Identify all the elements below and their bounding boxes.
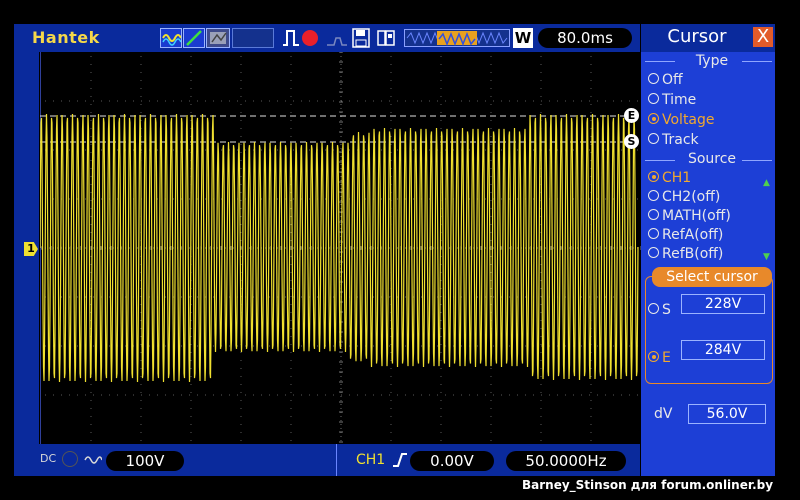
radio-icon <box>648 209 659 220</box>
coupling-label: DC <box>40 452 57 465</box>
status-blank <box>232 28 274 48</box>
scroll-down-icon[interactable]: ▼ <box>763 252 770 262</box>
record-icon[interactable] <box>302 30 318 46</box>
radio-icon <box>648 93 659 104</box>
select-cursor-frame <box>645 276 773 384</box>
source-option-refa[interactable]: RefA(off) <box>648 227 723 243</box>
bandwidth-icon <box>62 451 78 467</box>
slope-icon[interactable] <box>183 28 205 48</box>
radio-icon <box>648 351 659 362</box>
invert-icon <box>84 452 103 471</box>
cursor-e-option[interactable]: E <box>648 350 671 366</box>
source-option-refb[interactable]: RefB(off) <box>648 246 723 262</box>
radio-icon <box>648 73 659 84</box>
grey-icon[interactable] <box>206 28 230 48</box>
ch1-trace <box>40 113 639 383</box>
radio-icon <box>648 171 659 182</box>
cursor-e-value[interactable]: 284V <box>681 340 765 360</box>
ch1-waveform <box>40 113 639 383</box>
source-section-title: Source <box>687 151 737 167</box>
radio-icon <box>648 133 659 144</box>
select-cursor-button[interactable]: Select cursor <box>652 267 772 287</box>
run-icon <box>326 32 348 46</box>
type-section-title: Type <box>695 53 729 69</box>
volts-div-readout[interactable]: 100V <box>106 451 184 471</box>
cursor-s-value[interactable]: 228V <box>681 294 765 314</box>
waveform-icon[interactable] <box>160 28 182 48</box>
cursor-s-option[interactable]: S <box>648 302 671 318</box>
timebase-readout[interactable]: 80.0ms <box>538 28 632 48</box>
type-option-time[interactable]: Time <box>648 92 696 108</box>
frequency-readout: 50.0000Hz <box>506 451 626 471</box>
cursor-s-marker[interactable]: S <box>624 134 639 149</box>
radio-icon <box>648 247 659 258</box>
oscilloscope-screen: Hantek W 80.0ms 1 E S DC 100V CH1 0.00V … <box>0 0 800 500</box>
cursor-e-marker[interactable]: E <box>624 108 639 123</box>
type-option-track[interactable]: Track <box>648 132 699 148</box>
type-option-off[interactable]: Off <box>648 72 683 88</box>
divider <box>336 444 337 476</box>
memory-position-strip[interactable] <box>404 29 510 47</box>
brand-logo: Hantek <box>32 28 100 47</box>
usb-icon <box>376 28 396 48</box>
memory-mark: W <box>513 28 533 48</box>
dv-value: 56.0V <box>688 404 766 424</box>
pulse-icon <box>282 28 300 48</box>
cursor-panel-title: Cursor <box>667 26 727 47</box>
watermark: Barney_Stinson для forum.onliner.by <box>522 478 774 492</box>
trigger-source[interactable]: CH1 <box>356 452 385 468</box>
scroll-up-icon[interactable]: ▲ <box>763 178 770 188</box>
disk-icon[interactable] <box>352 28 370 48</box>
rising-edge-icon <box>392 451 408 469</box>
radio-icon <box>648 228 659 239</box>
dv-label: dV <box>654 406 673 422</box>
source-option-math[interactable]: MATH(off) <box>648 208 731 224</box>
type-option-voltage[interactable]: Voltage <box>648 112 715 128</box>
radio-icon <box>648 190 659 201</box>
radio-icon <box>648 113 659 124</box>
radio-icon <box>648 303 659 314</box>
source-option-ch1[interactable]: CH1 <box>648 170 691 186</box>
source-option-ch2[interactable]: CH2(off) <box>648 189 720 205</box>
memory-window[interactable] <box>437 31 477 47</box>
close-button[interactable]: X <box>753 27 773 47</box>
trigger-level-readout[interactable]: 0.00V <box>410 451 494 471</box>
